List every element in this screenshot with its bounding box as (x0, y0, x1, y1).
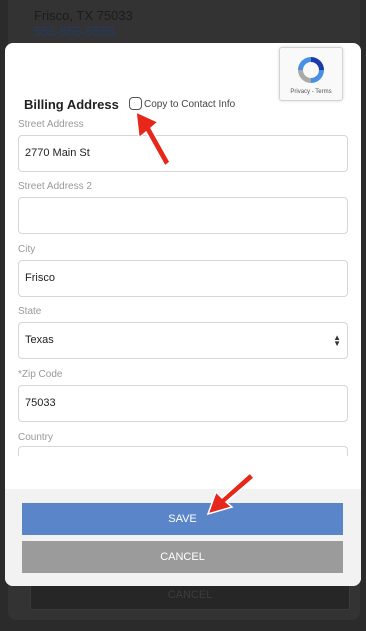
modal-footer: SAVE CANCEL (5, 489, 361, 586)
city-label: City (18, 244, 36, 255)
cancel-button[interactable]: CANCEL (22, 541, 343, 573)
billing-modal: Privacy - Terms Billing Address Copy to … (5, 43, 361, 586)
country-label: Country (18, 432, 54, 443)
recaptcha-links[interactable]: Privacy - Terms (280, 89, 342, 95)
street-address-input[interactable]: 2770 Main St (18, 135, 348, 172)
copy-to-contact-checkbox[interactable] (129, 97, 142, 110)
zip-code-label: *Zip Code (18, 369, 63, 380)
city-input[interactable]: Frisco (18, 260, 348, 297)
copy-to-contact-label[interactable]: Copy to Contact Info (144, 99, 235, 110)
bg-address-line: Frisco, TX 75033 (34, 8, 133, 23)
state-selected-value: Texas (25, 334, 54, 346)
recaptcha-icon (298, 57, 324, 83)
recaptcha-badge[interactable]: Privacy - Terms (279, 47, 343, 101)
annotation-arrow-checkbox-icon (135, 110, 171, 168)
state-label: State (18, 306, 42, 317)
select-updown-icon: ▲ ▼ (333, 333, 341, 348)
bg-phone-link: 555-555-5555 (34, 24, 115, 39)
street-address-2-label: Street Address 2 (18, 181, 92, 192)
street-address-2-input[interactable] (18, 197, 348, 234)
billing-address-heading: Billing Address (24, 97, 119, 112)
annotation-arrow-save-icon (206, 471, 256, 516)
street-address-label: Street Address (18, 119, 84, 130)
zip-code-input[interactable]: 75033 (18, 385, 348, 422)
country-select[interactable] (18, 446, 348, 456)
state-select[interactable]: Texas ▲ ▼ (18, 322, 348, 359)
save-button[interactable]: SAVE (22, 503, 343, 535)
